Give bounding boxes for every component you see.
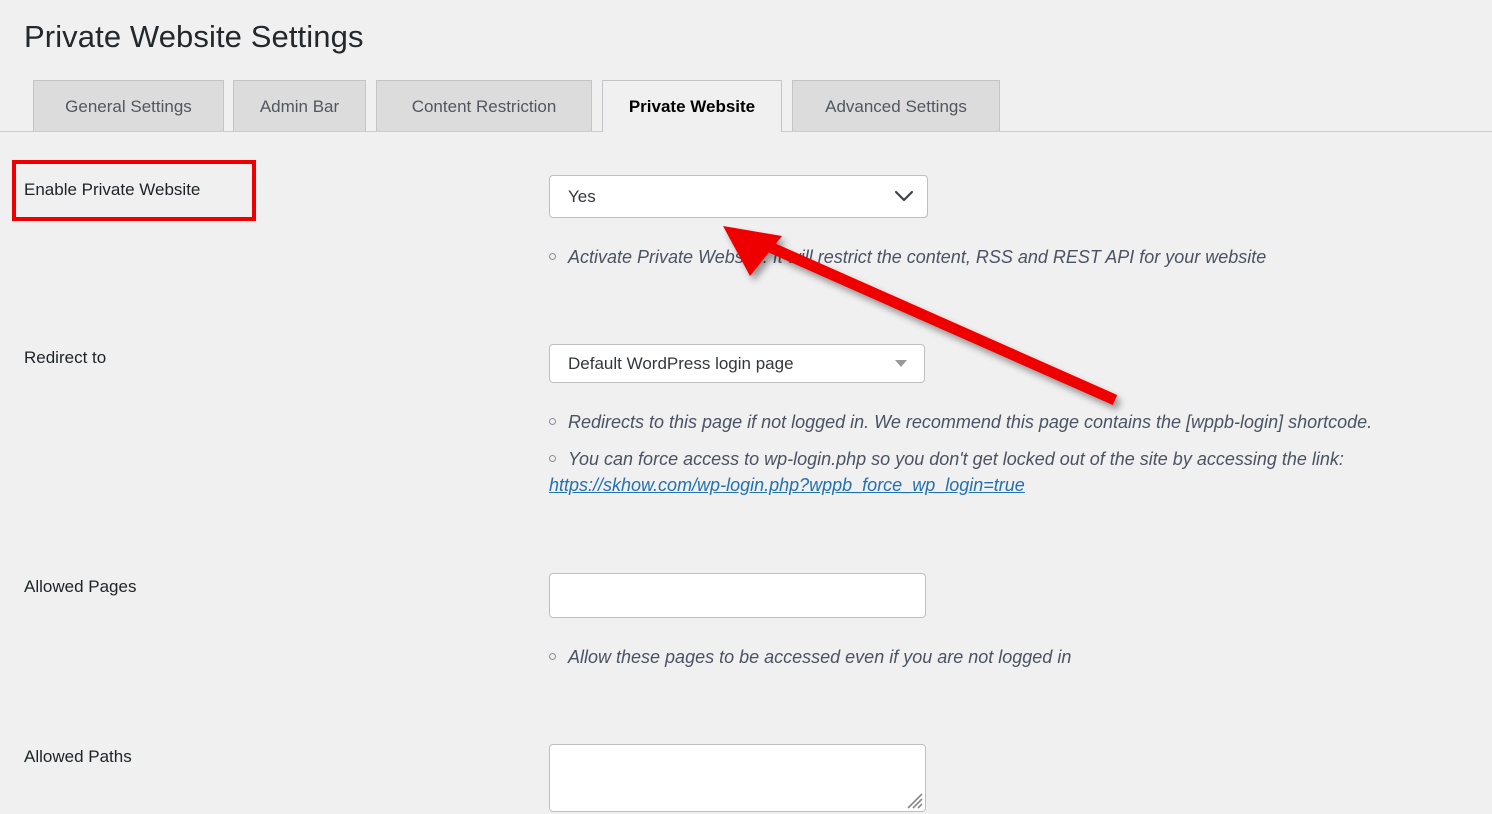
allowed-pages-description: Allow these pages to be accessed even if… bbox=[549, 645, 1071, 669]
redirect-to-select[interactable]: Default WordPress login page bbox=[549, 344, 925, 383]
tab-content-restriction[interactable]: Content Restriction bbox=[376, 80, 592, 131]
redirect-to-description-1: Redirects to this page if not logged in.… bbox=[549, 410, 1372, 434]
tab-label: Private Website bbox=[628, 97, 756, 116]
enable-private-website-select[interactable]: Yes bbox=[549, 175, 928, 218]
bullet-icon bbox=[549, 253, 556, 260]
bullet-icon bbox=[549, 418, 556, 425]
chevron-down-icon bbox=[881, 190, 927, 203]
tab-label: Admin Bar bbox=[259, 96, 340, 116]
label-redirect-to: Redirect to bbox=[24, 348, 107, 367]
tab-label: General Settings bbox=[65, 96, 192, 116]
settings-page: Private Website Settings General Setting… bbox=[0, 0, 1492, 814]
page-title: Private Website Settings bbox=[24, 19, 364, 54]
annotation-arrow bbox=[723, 226, 1118, 406]
allowed-paths-textarea[interactable] bbox=[549, 744, 926, 812]
tab-label: Content Restriction bbox=[411, 96, 557, 116]
triangle-down-icon bbox=[878, 360, 924, 367]
settings-tab-bar: General Settings Admin Bar Content Restr… bbox=[0, 80, 1492, 132]
label-enable-private-website: Enable Private Website bbox=[24, 180, 201, 199]
redirect-to-description-2: You can force access to wp-login.php so … bbox=[549, 447, 1344, 471]
force-wp-login-link[interactable]: https://skhow.com/wp-login.php?wppb_forc… bbox=[549, 475, 1025, 496]
allowed-pages-input[interactable] bbox=[549, 573, 926, 618]
label-allowed-paths: Allowed Paths bbox=[24, 747, 132, 766]
description-text: Activate Private Website. It will restri… bbox=[568, 247, 1267, 267]
bullet-icon bbox=[549, 455, 556, 462]
description-text: Redirects to this page if not logged in.… bbox=[568, 412, 1373, 432]
enable-private-website-value: Yes bbox=[568, 186, 596, 206]
tab-advanced-settings[interactable]: Advanced Settings bbox=[792, 80, 1000, 131]
label-allowed-pages: Allowed Pages bbox=[24, 577, 137, 596]
enable-private-website-description: Activate Private Website. It will restri… bbox=[549, 245, 1266, 269]
tab-label: Advanced Settings bbox=[825, 96, 967, 116]
tab-admin-bar[interactable]: Admin Bar bbox=[233, 80, 366, 131]
redirect-to-value: Default WordPress login page bbox=[568, 353, 794, 373]
description-text: You can force access to wp-login.php so … bbox=[568, 449, 1344, 469]
description-text: Allow these pages to be accessed even if… bbox=[568, 647, 1072, 667]
resize-grip-icon[interactable] bbox=[905, 791, 923, 809]
tab-private-website[interactable]: Private Website bbox=[602, 80, 782, 132]
bullet-icon bbox=[549, 653, 556, 660]
tab-general-settings[interactable]: General Settings bbox=[33, 80, 224, 131]
